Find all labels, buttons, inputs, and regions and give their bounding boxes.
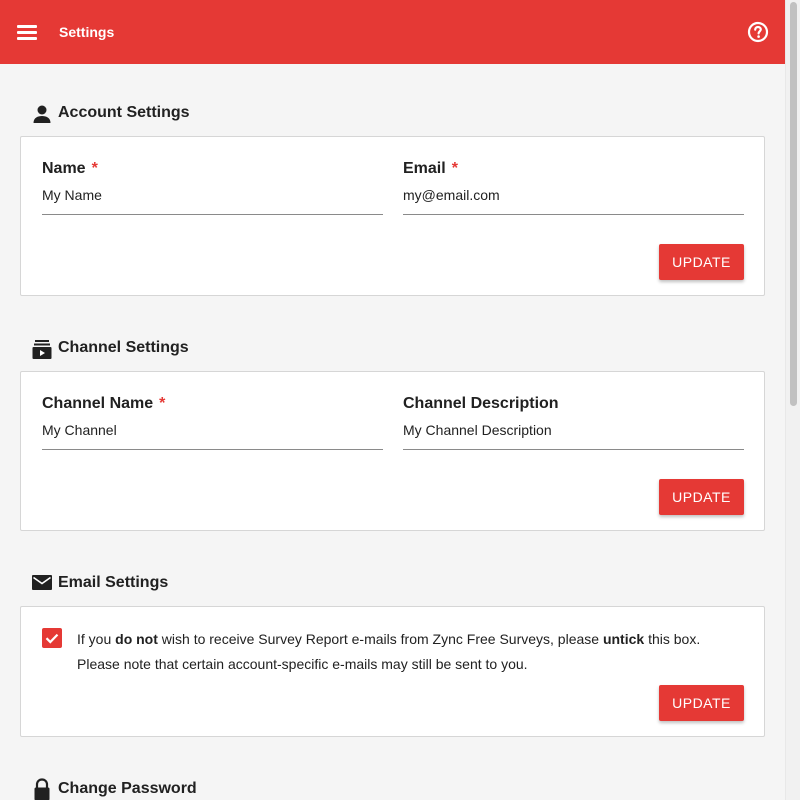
field-label: Name * <box>42 160 98 177</box>
channel-name-input[interactable] <box>42 420 383 450</box>
channel-name-field: Channel Name * <box>42 394 383 450</box>
required-asterisk: * <box>451 160 458 177</box>
channel-settings-card: Channel Name* Channel Description UPDATE <box>20 371 765 531</box>
email-field: Email * <box>403 159 744 215</box>
envelope-icon <box>32 571 52 595</box>
section-title: Email Settings <box>58 574 169 591</box>
top-app-bar: Settings <box>0 0 785 64</box>
scrollbar-thumb[interactable] <box>790 2 797 406</box>
email-preference-text: If you do not wish to receive Survey Rep… <box>77 631 701 672</box>
section-title: Channel Settings <box>58 339 189 356</box>
vertical-scrollbar[interactable] <box>785 0 800 800</box>
channel-description-field: Channel Description <box>403 394 744 450</box>
account-settings-card: Name* Email* UPDATE <box>20 136 765 296</box>
hamburger-menu-icon[interactable] <box>13 19 41 45</box>
required-asterisk: * <box>91 160 98 177</box>
required-asterisk: * <box>159 395 166 412</box>
email-settings-card: If you do not wish to receive Survey Rep… <box>20 606 765 737</box>
checkmark-icon <box>45 633 59 644</box>
lock-icon <box>32 777 52 800</box>
channel-video-icon <box>32 336 52 360</box>
help-circle-icon[interactable] <box>746 20 770 44</box>
email-opt-checkbox[interactable] <box>42 628 62 648</box>
page-title: Settings <box>59 24 115 40</box>
update-channel-button[interactable]: UPDATE <box>659 479 744 515</box>
field-label: Channel Name * <box>42 395 166 412</box>
name-field: Name * <box>42 159 383 215</box>
field-label: Email * <box>403 160 458 177</box>
email-input[interactable] <box>403 185 744 215</box>
update-email-button[interactable]: UPDATE <box>659 685 744 721</box>
person-icon <box>32 101 52 125</box>
field-label: Channel Description <box>403 395 559 412</box>
update-account-button[interactable]: UPDATE <box>659 244 744 280</box>
name-input[interactable] <box>42 185 383 215</box>
channel-description-input[interactable] <box>403 420 744 450</box>
section-title: Account Settings <box>58 104 190 121</box>
section-title: Change Password <box>58 780 197 797</box>
